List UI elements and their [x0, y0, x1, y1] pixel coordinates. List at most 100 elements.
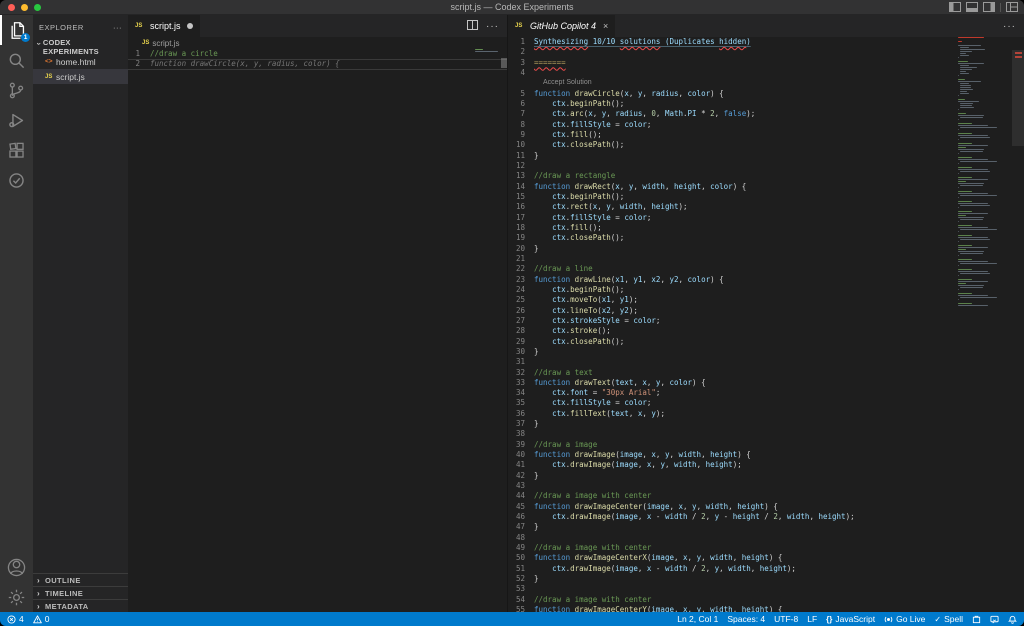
minimize-window-button[interactable]	[21, 4, 28, 11]
sidebar-more-actions-icon[interactable]: ···	[113, 23, 122, 32]
status-go-live[interactable]: Go Live	[884, 614, 925, 624]
explorer-sidebar: EXPLORER ··· › CODEX EXPERIMENTS <>home.…	[33, 15, 128, 612]
code-line: 8 ctx.fillStyle = color;	[508, 120, 1024, 130]
code-line: 2	[508, 47, 1024, 57]
toggle-primary-sidebar-icon[interactable]	[949, 2, 961, 12]
file-item-home-html[interactable]: <>home.html	[33, 54, 128, 69]
code-line: 20}	[508, 244, 1024, 254]
activity-bar-testing-icon[interactable]	[0, 165, 33, 195]
activity-bar-explorer-icon[interactable]: 1	[0, 15, 33, 45]
minimap[interactable]	[958, 37, 1012, 612]
explorer-badge: 1	[21, 33, 30, 42]
code-line: 6 ctx.beginPath();	[508, 99, 1024, 109]
status-errors[interactable]: 4	[7, 614, 24, 624]
status-feedback[interactable]	[990, 615, 999, 624]
close-tab-icon[interactable]: ×	[603, 21, 608, 31]
sidebar-title: EXPLORER	[39, 23, 84, 32]
overview-ruler[interactable]	[1012, 37, 1024, 612]
js-file-icon: JS	[135, 23, 146, 29]
activity-bar-settings-icon[interactable]	[0, 582, 33, 612]
dirty-indicator-icon[interactable]	[187, 23, 193, 29]
code-line: 47}	[508, 522, 1024, 532]
code-line: 48	[508, 533, 1024, 543]
toggle-secondary-sidebar-icon[interactable]	[983, 2, 995, 12]
activity-bar-source-control-icon[interactable]	[0, 75, 33, 105]
workspace-folder-label: CODEX EXPERIMENTS	[43, 38, 128, 56]
script-js-editor[interactable]: 1//draw a circle2function drawCircle(x, …	[128, 49, 507, 612]
editor-area: JS script.js ··· JS script.js 1//draw a …	[128, 15, 1024, 612]
close-window-button[interactable]	[8, 4, 15, 11]
code-line: 54//draw a image with center	[508, 595, 1024, 605]
more-actions-icon[interactable]: ···	[1003, 21, 1016, 32]
code-line: 43	[508, 481, 1024, 491]
sidebar-section-outline[interactable]: ›OUTLINE	[33, 573, 128, 586]
split-editor-icon[interactable]	[467, 17, 478, 35]
status-notifications[interactable]	[1008, 615, 1017, 624]
code-line: 45function drawImageCenter(image, x, y, …	[508, 502, 1024, 512]
tab-script-js[interactable]: JS script.js	[128, 15, 201, 37]
code-line: 40function drawImage(image, x, y, width,…	[508, 450, 1024, 460]
html-file-icon: <>	[45, 58, 56, 65]
code-line: 14function drawRect(x, y, width, height,…	[508, 182, 1024, 192]
chevron-down-icon: ›	[34, 43, 43, 51]
broadcast-icon	[884, 615, 893, 624]
code-line: 17 ctx.fillStyle = color;	[508, 213, 1024, 223]
copilot-solutions-editor[interactable]: 1Synthesizing 10/10 solutions (Duplicate…	[508, 37, 1024, 612]
code-line: 3=======	[508, 58, 1024, 68]
status-bar: 40 Ln 2, Col 1 Spaces: 4 UTF-8 LF {}JavaScri…	[0, 612, 1024, 626]
status-encoding[interactable]: UTF-8	[774, 614, 798, 624]
accept-solution-codelens[interactable]: Accept Solution	[508, 78, 1024, 88]
status-indentation[interactable]: Spaces: 4	[727, 614, 765, 624]
code-line: 33function drawText(text, x, y, color) {	[508, 378, 1024, 388]
right-editor-actions: ···	[1003, 15, 1024, 37]
more-actions-icon[interactable]: ···	[486, 21, 499, 32]
breadcrumb[interactable]: JS script.js	[128, 37, 507, 49]
status-spell-checker[interactable]: ✓Spell	[934, 614, 963, 624]
code-line: 30}	[508, 347, 1024, 357]
activity-bar-extensions-icon[interactable]	[0, 135, 33, 165]
status-language-mode[interactable]: {}JavaScript	[826, 614, 875, 624]
left-minimap[interactable]	[475, 49, 501, 79]
chevron-right-icon: ›	[37, 589, 45, 598]
tab-github-copilot[interactable]: JS GitHub Copilot 4 ×	[508, 15, 616, 37]
zoom-window-button[interactable]	[34, 4, 41, 11]
code-line: 18 ctx.fill();	[508, 223, 1024, 233]
code-line: 1//draw a circle	[128, 49, 507, 59]
workspace-folder-row[interactable]: › CODEX EXPERIMENTS	[33, 39, 128, 54]
code-line: 42}	[508, 471, 1024, 481]
activity-bar-run-debug-icon[interactable]	[0, 105, 33, 135]
sidebar-section-metadata[interactable]: ›METADATA	[33, 599, 128, 612]
file-item-script-js[interactable]: JSscript.js	[33, 69, 128, 84]
sidebar-section-timeline[interactable]: ›TIMELINE	[33, 586, 128, 599]
status-cursor-position[interactable]: Ln 2, Col 1	[677, 614, 718, 624]
code-line: 25 ctx.moveTo(x1, y1);	[508, 295, 1024, 305]
toggle-panel-icon[interactable]	[966, 2, 978, 12]
customize-layout-icon[interactable]	[1006, 2, 1018, 12]
titlebar: script.js — Codex Experiments	[0, 0, 1024, 15]
status-eol[interactable]: LF	[807, 614, 817, 624]
activity-bar-search-icon[interactable]	[0, 45, 33, 75]
traffic-lights	[8, 4, 41, 11]
activity-bar-accounts-icon[interactable]	[0, 552, 33, 582]
status-prettier[interactable]	[972, 615, 981, 624]
titlebar-layout-controls	[949, 2, 1018, 12]
activity-bar: 1	[0, 15, 33, 612]
js-file-icon: JS	[45, 74, 56, 80]
code-line: 32//draw a text	[508, 368, 1024, 378]
left-editor-group: JS script.js ··· JS script.js 1//draw a …	[128, 15, 507, 612]
code-line: 50function drawImageCenterX(image, x, y,…	[508, 553, 1024, 563]
scrollbar-slider[interactable]	[1012, 50, 1024, 146]
chevron-right-icon: ›	[37, 576, 45, 585]
code-line: 38	[508, 429, 1024, 439]
titlebar-separator	[1000, 3, 1001, 12]
code-line: 46 ctx.drawImage(image, x - width / 2, y…	[508, 512, 1024, 522]
code-line: 55function drawImageCenterY(image, x, y,…	[508, 605, 1024, 612]
minimap-line	[958, 305, 1012, 307]
smiley-icon	[990, 615, 999, 624]
code-line: 19 ctx.closePath();	[508, 233, 1024, 243]
code-line: 1Synthesizing 10/10 solutions (Duplicate…	[508, 37, 1024, 47]
code-line: 24 ctx.beginPath();	[508, 285, 1024, 295]
status-warnings[interactable]: 0	[33, 614, 50, 624]
left-tab-bar: JS script.js ···	[128, 15, 507, 37]
js-file-icon: JS	[142, 40, 149, 46]
